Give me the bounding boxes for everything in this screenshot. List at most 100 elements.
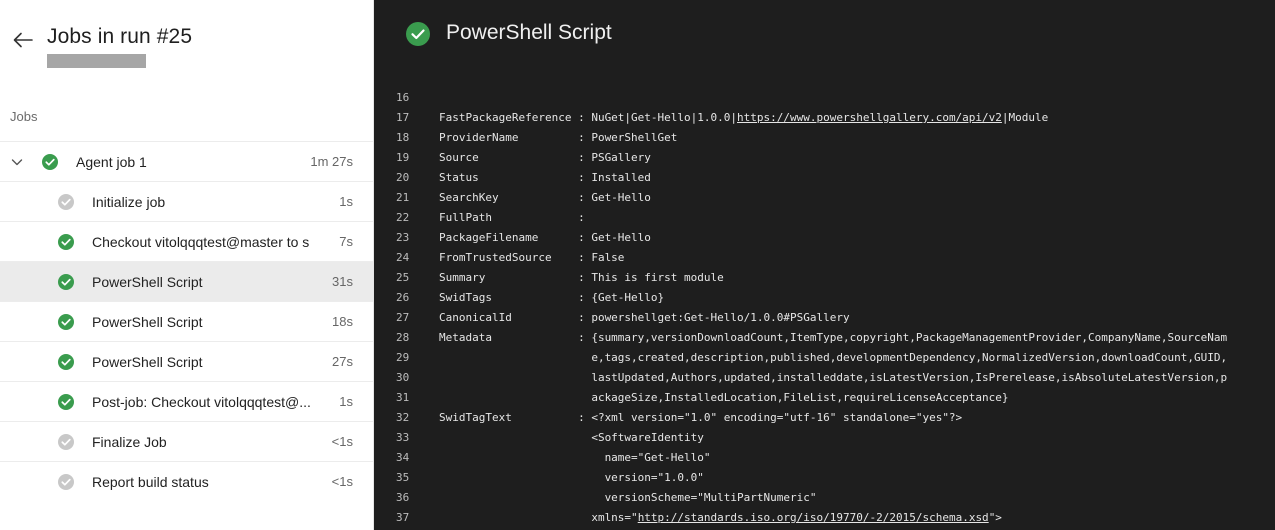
- job-list: Agent job 1 1m 27s Initialize job 1s Checkou…: [0, 141, 373, 501]
- log-link[interactable]: https://www.powershellgallery.com/api/v2: [737, 111, 1002, 124]
- log-line: 16: [374, 88, 1275, 108]
- log-line: 25 Summary : This is first module: [374, 268, 1275, 288]
- success-check-icon: [58, 274, 74, 290]
- job-step-row[interactable]: Report build status <1s: [0, 461, 373, 501]
- log-text: CanonicalId : powershellget:Get-Hello/1.…: [439, 311, 850, 324]
- success-check-icon: [406, 22, 430, 46]
- log-line: 32 SwidTagText : <?xml version="1.0" enco…: [374, 408, 1275, 428]
- log-line: 31 ackageSize,InstalledLocation,FileList…: [374, 388, 1275, 408]
- jobs-panel: Jobs in run #25 Jobs Agent job 1 1m 27s In…: [0, 0, 374, 530]
- log-line: 34 name="Get-Hello": [374, 448, 1275, 468]
- skipped-check-icon: [58, 434, 74, 450]
- log-text: xmlns="http://standards.iso.org/iso/1977…: [439, 511, 1002, 524]
- log-line: 37 xmlns="http://standards.iso.org/iso/1…: [374, 508, 1275, 528]
- success-check-icon: [42, 154, 58, 170]
- log-line: 21 SearchKey : Get-Hello: [374, 188, 1275, 208]
- line-number: 19: [396, 151, 410, 164]
- job-duration: 1m 27s: [310, 154, 353, 169]
- line-number: 32: [396, 411, 410, 424]
- skipped-check-icon: [58, 474, 74, 490]
- job-duration: <1s: [331, 474, 353, 489]
- log-text: version="1.0.0": [439, 471, 704, 484]
- line-number: 31: [396, 391, 410, 404]
- success-check-icon: [58, 394, 74, 410]
- job-duration: <1s: [331, 434, 353, 449]
- job-group-row[interactable]: Agent job 1 1m 27s: [0, 141, 373, 181]
- job-step-row[interactable]: Post-job: Checkout vitolqqqtest@... 1s: [0, 381, 373, 421]
- job-duration: 18s: [332, 314, 353, 329]
- log-text: Summary : This is first module: [439, 271, 724, 284]
- log-text: SearchKey : Get-Hello: [439, 191, 651, 204]
- job-step-row[interactable]: Checkout vitolqqqtest@master to s 7s: [0, 221, 373, 261]
- log-line: 29 e,tags,created,description,published,…: [374, 348, 1275, 368]
- job-duration: 1s: [339, 394, 353, 409]
- job-label: PowerShell Script: [92, 353, 203, 370]
- job-label: Initialize job: [92, 193, 166, 210]
- line-number: 35: [396, 471, 410, 484]
- success-check-icon: [58, 234, 74, 250]
- step-title: PowerShell Script: [446, 21, 612, 44]
- log-text: ackageSize,InstalledLocation,FileList,re…: [439, 391, 1009, 404]
- line-number: 27: [396, 311, 410, 324]
- log-line: 26 SwidTags : {Get-Hello}: [374, 288, 1275, 308]
- job-step-row[interactable]: PowerShell Script 27s: [0, 341, 373, 381]
- arrow-left-icon: [13, 32, 33, 48]
- log-line: 20 Status : Installed: [374, 168, 1275, 188]
- line-number: 33: [396, 431, 410, 444]
- log-line: 28 Metadata : {summary,versionDownloadCou…: [374, 328, 1275, 348]
- job-step-row[interactable]: Finalize Job <1s: [0, 421, 373, 461]
- job-label: PowerShell Script: [92, 313, 203, 330]
- job-step-row[interactable]: PowerShell Script 31s: [0, 261, 373, 301]
- line-number: 26: [396, 291, 410, 304]
- log-link[interactable]: http://standards.iso.org/iso/19770/-2/20…: [638, 511, 989, 524]
- log-text: Metadata : {summary,versionDownloadCount…: [439, 331, 1228, 344]
- log-text: Status : Installed: [439, 171, 651, 184]
- job-duration: 1s: [339, 194, 353, 209]
- line-number: 20: [396, 171, 410, 184]
- job-label: Report build status: [92, 473, 209, 490]
- log-line: 19 Source : PSGallery: [374, 148, 1275, 168]
- success-check-icon: [58, 354, 74, 370]
- line-number: 23: [396, 231, 410, 244]
- log-text: SwidTagText : <?xml version="1.0" encodi…: [439, 411, 963, 424]
- job-step-row[interactable]: PowerShell Script 18s: [0, 301, 373, 341]
- log-line: 27 CanonicalId : powershellget:Get-Hello/…: [374, 308, 1275, 328]
- job-step-row[interactable]: Initialize job 1s: [0, 181, 373, 221]
- log-panel: PowerShell Script 16 17 FastPackageReferen…: [374, 0, 1275, 530]
- log-line: 36 versionScheme="MultiPartNumeric": [374, 488, 1275, 508]
- log-line: 35 version="1.0.0": [374, 468, 1275, 488]
- job-label: Finalize Job: [92, 433, 167, 450]
- log-line: 17 FastPackageReference : NuGet|Get-Hello…: [374, 108, 1275, 128]
- line-number: 21: [396, 191, 410, 204]
- skipped-check-icon: [58, 194, 74, 210]
- job-duration: 7s: [339, 234, 353, 249]
- line-number: 28: [396, 331, 410, 344]
- job-duration: 31s: [332, 274, 353, 289]
- chevron-down-icon[interactable]: [10, 155, 24, 169]
- log-text: <SoftwareIdentity: [439, 431, 704, 444]
- redacted-subtitle: [47, 54, 146, 68]
- log-text: Source : PSGallery: [439, 151, 651, 164]
- job-label: Agent job 1: [76, 153, 147, 170]
- line-number: 25: [396, 271, 410, 284]
- line-number: 34: [396, 451, 410, 464]
- job-label: Post-job: Checkout vitolqqqtest@...: [92, 393, 311, 410]
- log-line: 33 <SoftwareIdentity: [374, 428, 1275, 448]
- line-number: 30: [396, 371, 410, 384]
- line-number: 18: [396, 131, 410, 144]
- log-text: e,tags,created,description,published,dev…: [439, 351, 1228, 364]
- log-text: SwidTags : {Get-Hello}: [439, 291, 665, 304]
- page-title: Jobs in run #25: [47, 25, 193, 48]
- log-text: FromTrustedSource : False: [439, 251, 625, 264]
- log-output: 16 17 FastPackageReference : NuGet|Get-Hel…: [374, 88, 1275, 528]
- line-number: 36: [396, 491, 410, 504]
- log-text: name="Get-Hello": [439, 451, 711, 464]
- log-line: 30 lastUpdated,Authors,updated,installed…: [374, 368, 1275, 388]
- log-text: FastPackageReference : NuGet|Get-Hello|1…: [439, 111, 1049, 124]
- back-button[interactable]: [10, 27, 36, 53]
- log-text: versionScheme="MultiPartNumeric": [439, 491, 817, 504]
- line-number: 16: [396, 91, 410, 104]
- log-line: 23 PackageFilename : Get-Hello: [374, 228, 1275, 248]
- log-text: PackageFilename : Get-Hello: [439, 231, 651, 244]
- success-check-icon: [58, 314, 74, 330]
